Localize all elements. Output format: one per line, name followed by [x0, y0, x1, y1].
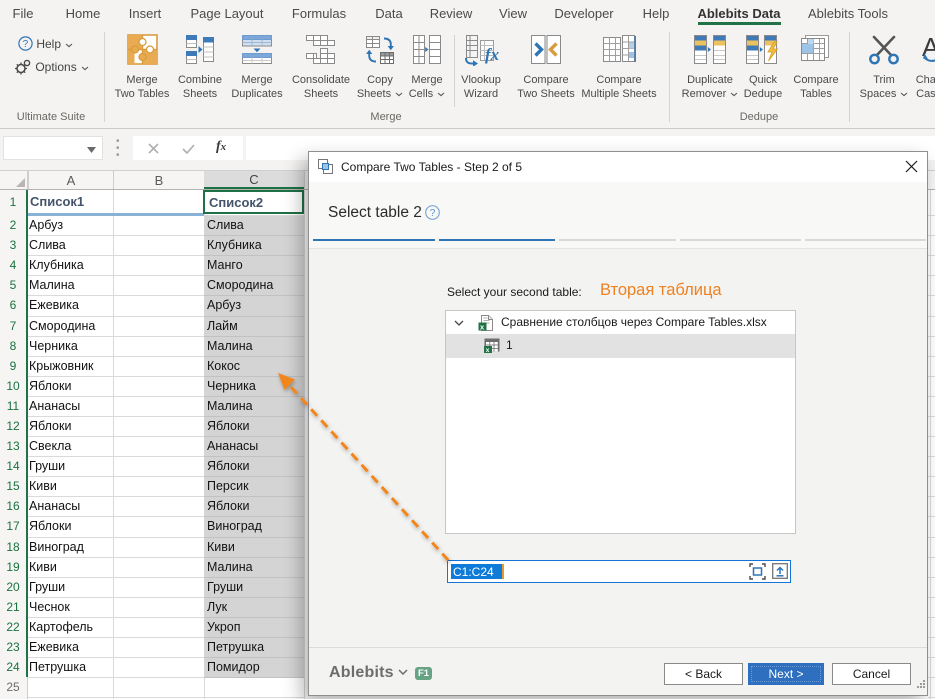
- svg-text:?: ?: [23, 39, 29, 50]
- svg-text:?: ?: [430, 208, 436, 219]
- svg-text:fx: fx: [485, 45, 500, 64]
- svg-text:x: x: [486, 347, 490, 353]
